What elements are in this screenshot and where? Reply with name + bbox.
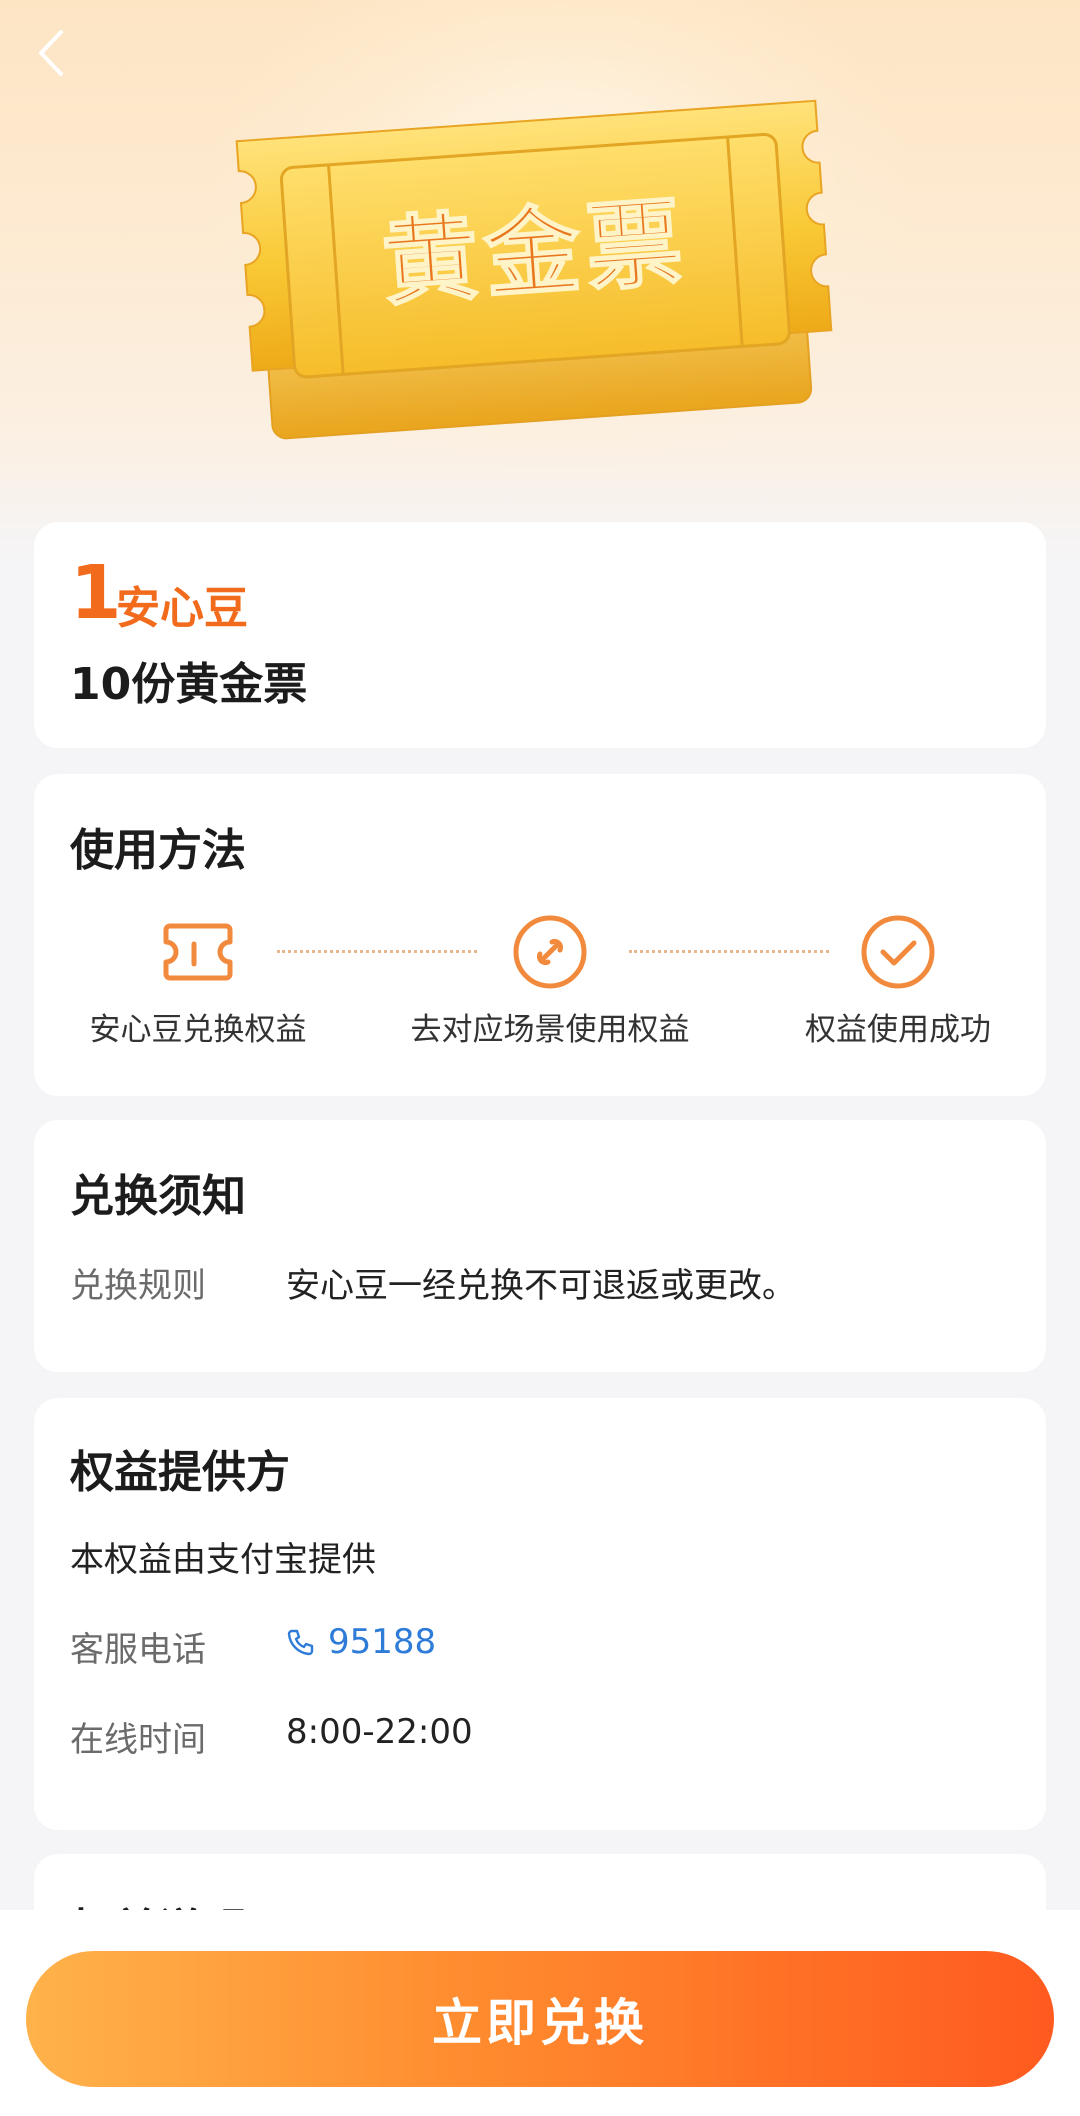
notice-card: 兑换须知 兑换规则 安心豆一经兑换不可退返或更改。 [34, 1120, 1046, 1372]
provider-title: 权益提供方 [70, 1447, 290, 1498]
service-phone-label: 客服电话 [70, 1630, 206, 1670]
golden-ticket-illustration: 黄金票 [225, 80, 865, 460]
price-unit: 安心豆 [116, 583, 248, 634]
chevron-left-icon [39, 30, 63, 76]
service-phone-link[interactable]: 95188 [286, 1622, 436, 1662]
ticket-icon [163, 923, 233, 981]
check-circle-icon [861, 915, 935, 989]
ticket-text: 黄金票 [379, 186, 692, 319]
back-button[interactable] [26, 28, 76, 78]
step-connector [629, 950, 829, 953]
service-phone-number: 95188 [328, 1622, 437, 1662]
rule-label: 兑换规则 [70, 1266, 206, 1306]
phone-icon [287, 1629, 314, 1656]
usage-title: 使用方法 [70, 825, 246, 876]
usage-card: 使用方法 安心豆兑换权益 去对应场景使用权益 权益使用成功 [34, 774, 1046, 1096]
hero-banner: 黄金票 [0, 0, 1080, 560]
step-connector [277, 950, 477, 953]
notice-title: 兑换须知 [70, 1171, 246, 1222]
step-label: 去对应场景使用权益 [410, 1012, 690, 1048]
step-label: 安心豆兑换权益 [89, 1012, 307, 1048]
price-number: 1 [70, 550, 122, 636]
rule-value: 安心豆一经兑换不可退返或更改。 [286, 1266, 796, 1306]
product-card: 1 安心豆 10份黄金票 [34, 522, 1046, 748]
redeem-now-button[interactable]: 立即兑换 [26, 1951, 1054, 2087]
provider-desc: 本权益由支付宝提供 [70, 1540, 376, 1580]
step-label: 权益使用成功 [805, 1012, 991, 1048]
online-hours-label: 在线时间 [70, 1720, 206, 1760]
product-name: 10份黄金票 [70, 659, 308, 710]
link-icon [513, 915, 587, 989]
provider-card: 权益提供方 本权益由支付宝提供 客服电话 95188 在线时间 8:00-22:… [34, 1398, 1046, 1830]
online-hours-value: 8:00-22:00 [286, 1712, 473, 1752]
